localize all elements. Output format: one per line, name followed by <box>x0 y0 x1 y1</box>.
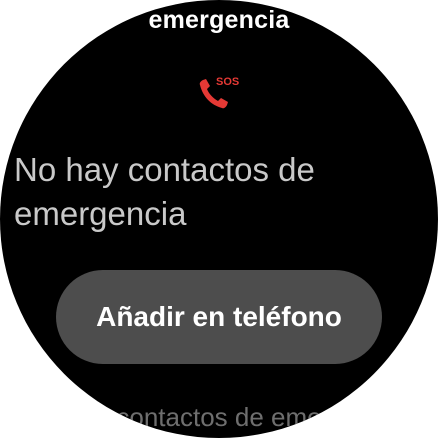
footer-scroll-text: contactos de eme <box>116 402 322 432</box>
no-contacts-message: No hay contactos de emergencia <box>14 151 315 232</box>
page-title: emergencia <box>148 6 290 34</box>
add-on-phone-button[interactable]: Añadir en teléfono <box>56 270 382 364</box>
watch-screen: emergencia SOS No hay contactos de emerg… <box>0 0 438 438</box>
sos-phone-icon: SOS <box>194 72 242 116</box>
sos-label: SOS <box>216 76 239 88</box>
add-on-phone-label: Añadir en teléfono <box>96 301 342 332</box>
